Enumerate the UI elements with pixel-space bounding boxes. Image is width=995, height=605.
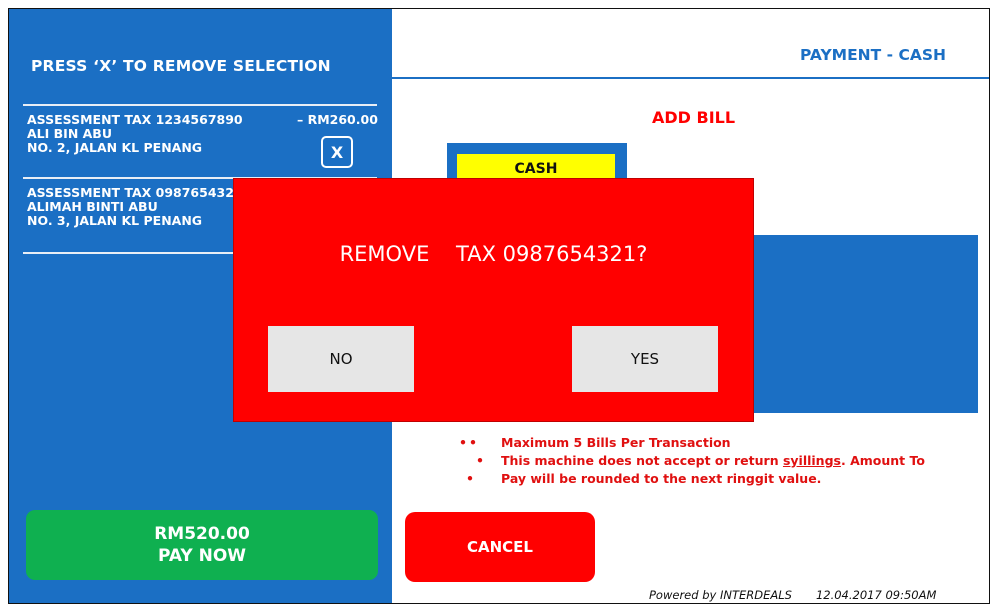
timestamp: 12.04.2017 09:50AM: [815, 588, 937, 602]
bill-title: ASSESSMENT TAX 0987654321: [27, 185, 243, 200]
divider: [23, 104, 377, 106]
bill-address: NO. 2, JALAN KL PENANG: [27, 140, 203, 155]
powered-by: Powered by INTERDEALS: [649, 588, 792, 602]
bill-address: NO. 3, JALAN KL PENANG: [27, 213, 203, 228]
pay-amount: RM520.00: [154, 524, 250, 544]
remove-selection-button[interactable]: X: [321, 136, 353, 168]
bullet-icon: •: [469, 435, 477, 450]
bill-title: ASSESSMENT TAX 1234567890: [27, 112, 243, 127]
note-underlined-word: syillings: [782, 453, 841, 468]
note-shillings: This machine does not accept or return s…: [501, 452, 925, 470]
remove-instruction: PRESS ‘X’ TO REMOVE SELECTION: [31, 57, 331, 75]
note-text-part: . Amount To: [840, 453, 925, 468]
selected-bill-2: ASSESSMENT TAX 0987654321 ALIMAH BINTI A…: [27, 186, 243, 228]
no-button[interactable]: NO: [268, 326, 414, 392]
kiosk-screen: PRESS ‘X’ TO REMOVE SELECTION ASSESSMENT…: [8, 8, 990, 604]
title-divider: [392, 77, 989, 79]
pay-now-label: PAY NOW: [157, 546, 247, 566]
bullet-icon: •: [476, 453, 484, 468]
remove-confirm-dialog: REMOVE TAX 0987654321? NO YES: [233, 178, 754, 422]
bill-owner: ALI BIN ABU: [27, 126, 112, 141]
pay-now-button[interactable]: RM520.00 PAY NOW: [26, 510, 378, 580]
bill-owner: ALIMAH BINTI ABU: [27, 199, 158, 214]
bullet-icon: •: [466, 471, 474, 486]
note-max-bills: Maximum 5 Bills Per Transaction: [501, 435, 731, 450]
footer: Powered by INTERDEALS 12.04.2017 09:50AM: [649, 588, 936, 602]
yes-button[interactable]: YES: [572, 326, 718, 392]
note-text-part: This machine does not accept or return: [501, 453, 783, 468]
bill-amount: – RM260.00: [297, 112, 378, 127]
add-bill-link[interactable]: ADD BILL: [652, 108, 735, 127]
selected-bill-1: ASSESSMENT TAX 1234567890 – RM260.00 ALI…: [27, 112, 378, 155]
note-rounding: Pay will be rounded to the next ringgit …: [501, 471, 822, 486]
cancel-button[interactable]: CANCEL: [405, 512, 595, 582]
dialog-message: REMOVE TAX 0987654321?: [339, 242, 648, 266]
page-title: PAYMENT - CASH: [800, 46, 946, 64]
bullet-icon: •: [459, 435, 467, 450]
